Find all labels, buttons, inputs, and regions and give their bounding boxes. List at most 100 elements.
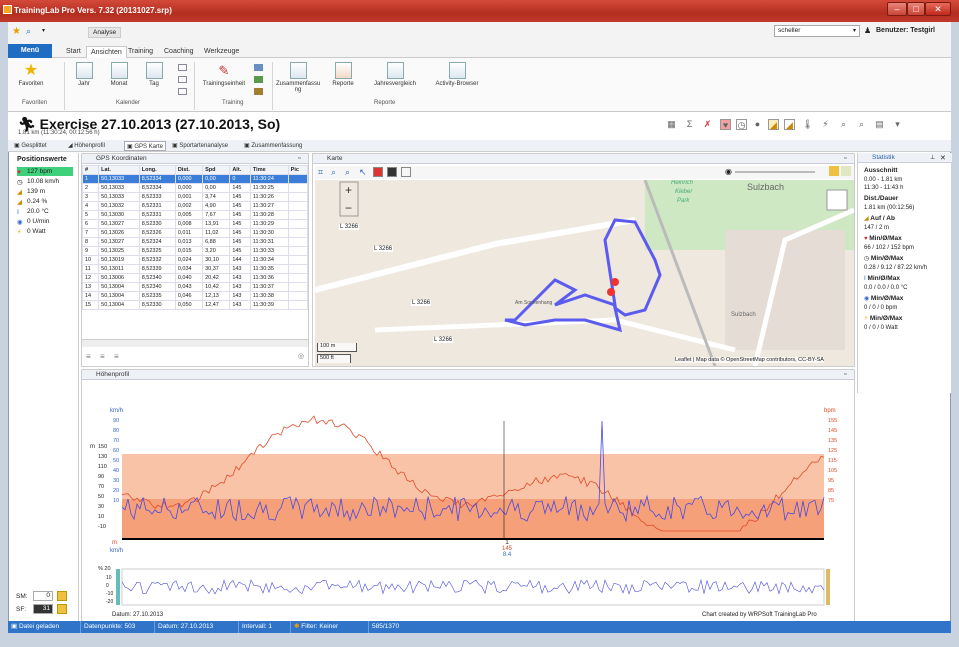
- tab-sportartenanalyse[interactable]: ▣ Sportartenanalyse: [170, 141, 230, 151]
- gps-column-header[interactable]: Long.: [138, 165, 176, 175]
- jahresvergleich-button[interactable]: Jahresvergleich: [368, 62, 422, 87]
- user-select-chevron-icon[interactable]: ▾: [853, 27, 856, 34]
- table-row[interactable]: 4 50,13032 8,52331 0,002 4,90 145 11:30:27: [81, 201, 309, 211]
- table-row[interactable]: 15 50,13004 8,52330 0,050 12,47 143 11:30:39: [81, 300, 309, 310]
- map-attribution[interactable]: Leaflet | Map data © OpenStreetMap contr…: [675, 357, 824, 363]
- gps-column-header[interactable]: Spd: [202, 165, 231, 175]
- altitude-icon[interactable]: ◢: [768, 119, 779, 130]
- maximize-button[interactable]: □: [907, 2, 925, 16]
- tab-training[interactable]: Training: [124, 46, 157, 58]
- gps-column-header[interactable]: Lat.: [98, 165, 140, 175]
- power-icon[interactable]: ⚡︎: [820, 119, 831, 130]
- tab-gesplittet[interactable]: ▣ Gesplittet: [12, 141, 49, 151]
- table-row[interactable]: 1 50,13033 8,52334 0,000 0,00 0 11:30:24: [81, 174, 309, 184]
- zoom-out-control[interactable]: −: [345, 201, 352, 215]
- table-row[interactable]: 5 50,13030 8,52331 0,005 7,67 145 11:30:28: [81, 210, 309, 220]
- tab-start[interactable]: Start: [62, 46, 85, 58]
- folder-icon[interactable]: [57, 604, 67, 614]
- tab-coaching[interactable]: Coaching: [160, 46, 198, 58]
- jahr-button[interactable]: Jahr: [72, 62, 96, 87]
- gps-column-header[interactable]: #: [81, 165, 100, 175]
- align-left-icon[interactable]: ≡: [86, 352, 91, 361]
- pin-icon[interactable]: ⊥: [930, 154, 935, 161]
- sm-input[interactable]: 0: [33, 591, 53, 601]
- grade-icon[interactable]: ◢: [784, 119, 795, 130]
- align-center-icon[interactable]: ≡: [100, 352, 105, 361]
- tab-ansichten[interactable]: Ansichten: [86, 46, 127, 58]
- chart-icon[interactable]: ▤: [874, 119, 885, 130]
- tab-menu[interactable]: Menü: [8, 44, 52, 58]
- close-button[interactable]: ✕: [925, 2, 951, 16]
- qat-dropdown-icon[interactable]: ▾: [42, 27, 45, 34]
- tag-button[interactable]: Tag: [142, 62, 166, 87]
- maximize-panel-icon[interactable]: ▫: [844, 371, 846, 378]
- star-icon[interactable]: ★: [12, 26, 21, 37]
- table-row[interactable]: 6 50,13027 8,52330 0,008 13,91 145 11:30:29: [81, 219, 309, 229]
- gps-column-header[interactable]: Dist.: [174, 165, 204, 175]
- maximize-panel-icon[interactable]: ▫: [844, 155, 846, 162]
- info-icon[interactable]: [401, 167, 411, 177]
- folder-icon[interactable]: [829, 166, 839, 176]
- favoriten-button[interactable]: ★ Favoriten: [14, 62, 48, 87]
- zoom-in-control[interactable]: +: [345, 183, 352, 197]
- monat-button[interactable]: Monat: [106, 62, 132, 87]
- zoom-out-icon[interactable]: ⌕: [345, 167, 350, 178]
- table-row[interactable]: 14 50,13004 8,52335 0,046 12,13 143 11:30:38: [81, 291, 309, 301]
- week-view-icon[interactable]: [178, 76, 187, 83]
- pointer-icon[interactable]: ↖: [359, 167, 367, 178]
- position-marker[interactable]: [607, 288, 615, 296]
- fit-icon[interactable]: ⌗: [318, 167, 323, 178]
- context-tab-analyse[interactable]: Analyse: [88, 27, 122, 38]
- sum-icon[interactable]: Σ: [684, 119, 695, 130]
- training-small-icon[interactable]: [254, 64, 263, 71]
- play-icon[interactable]: ◉: [725, 167, 732, 176]
- list-view-icon[interactable]: [178, 64, 187, 71]
- tab-gps-karte[interactable]: ▣ GPS Karte: [124, 141, 167, 151]
- align-right-icon[interactable]: ≡: [114, 352, 119, 361]
- table-row[interactable]: 10 50,13019 8,52332 0,024 30,10 144 11:30:34: [81, 255, 309, 265]
- tab-hoehenprofil[interactable]: ◢ Höhenprofil: [66, 141, 107, 151]
- activity-browser-button[interactable]: Activity-Browser: [428, 62, 486, 87]
- zoom-icon[interactable]: ⌕: [838, 119, 849, 130]
- trainingseinheit-button[interactable]: ✎ Trainingseinheit: [200, 62, 248, 87]
- zusammenfassung-button[interactable]: Zusammenfassu ng: [276, 62, 320, 93]
- tab-werkzeuge[interactable]: Werkzeuge: [200, 46, 243, 58]
- heart-icon[interactable]: ♥: [720, 119, 731, 130]
- temperature-icon[interactable]: 🌡︎: [802, 119, 813, 130]
- zoom-in-icon[interactable]: ⌕: [331, 167, 336, 178]
- table-row[interactable]: 9 50,13025 8,52325 0,015 3,20 145 11:30:33: [81, 246, 309, 256]
- table-row[interactable]: 3 50,13033 8,52333 0,001 3,74 145 11:30:26: [81, 192, 309, 202]
- maximize-panel-icon[interactable]: ▫: [298, 155, 300, 162]
- folder-icon[interactable]: [57, 591, 67, 601]
- horizontal-scrollbar[interactable]: [82, 339, 308, 347]
- layers-icon[interactable]: [387, 167, 397, 177]
- map-canvas[interactable]: + −: [315, 180, 854, 366]
- profile-chart[interactable]: [82, 381, 854, 627]
- gps-column-header[interactable]: Time: [249, 165, 289, 175]
- chevron-down-icon[interactable]: ▾: [892, 119, 903, 130]
- table-row[interactable]: 12 50,13006 8,52340 0,040 20,42 143 11:30:36: [81, 273, 309, 283]
- speed-icon[interactable]: ◷: [736, 119, 747, 130]
- table-row[interactable]: 13 50,13004 8,52340 0,043 10,42 143 11:30:37: [81, 282, 309, 292]
- training-small-icon[interactable]: [254, 88, 263, 95]
- table-row[interactable]: 2 50,13033 8,52334 0,000 0,00 145 11:30:25: [81, 183, 309, 193]
- gps-column-header[interactable]: Alt.: [229, 165, 251, 175]
- search-icon[interactable]: ⌕: [856, 119, 867, 130]
- dot-icon[interactable]: ●: [752, 119, 763, 130]
- reporte-button[interactable]: Reporte: [326, 62, 360, 87]
- minimize-button[interactable]: –: [887, 2, 907, 16]
- marker-icon[interactable]: [373, 167, 383, 177]
- start-marker[interactable]: [611, 278, 619, 286]
- table-row[interactable]: 11 50,13011 8,52339 0,034 30,37 143 11:30:35: [81, 264, 309, 274]
- gps-column-header[interactable]: Pic: [287, 165, 309, 175]
- sf-input[interactable]: 31: [33, 604, 53, 614]
- search-icon[interactable]: ⌕: [26, 26, 31, 37]
- image-icon[interactable]: [841, 166, 851, 176]
- tab-zusammenfassung[interactable]: ▣ Zusammenfassung: [242, 141, 304, 151]
- close-icon[interactable]: ✕: [940, 154, 946, 162]
- status-filter[interactable]: ✱ Filter: Keiner: [290, 621, 338, 633]
- table-view-icon[interactable]: [178, 88, 187, 95]
- map-view[interactable]: + − L 3266 L 3266 L 3266 L 3266 Heinrich…: [315, 180, 854, 366]
- runner-icon[interactable]: ✗: [702, 119, 713, 130]
- training-small-icon[interactable]: [254, 76, 263, 83]
